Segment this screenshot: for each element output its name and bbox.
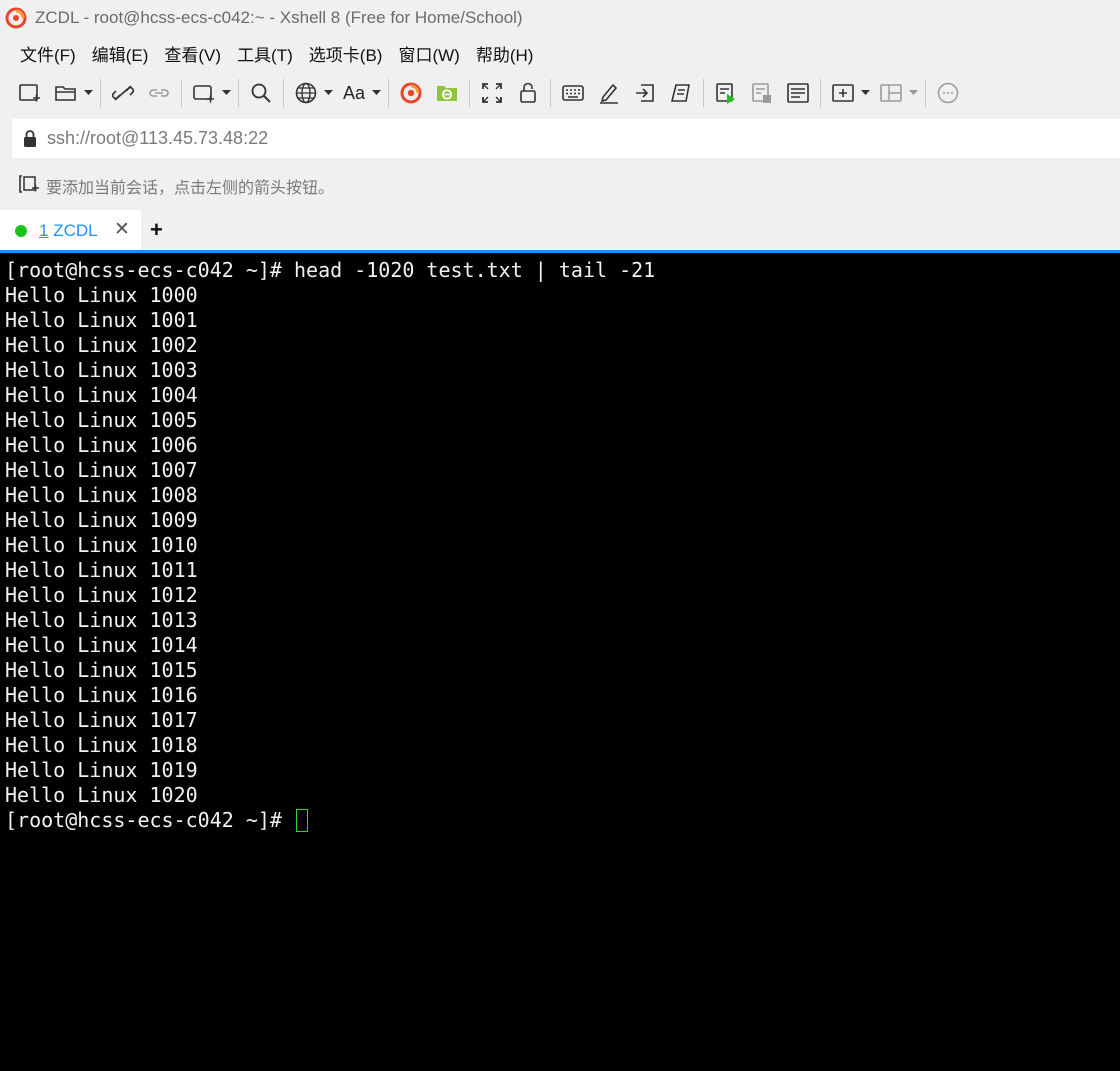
terminal-line: Hello Linux 1007 bbox=[5, 458, 198, 482]
lock-icon[interactable] bbox=[512, 77, 544, 109]
font-dropdown-caret-icon[interactable] bbox=[370, 77, 382, 109]
session-hint-bar: 要添加当前会话，点击左侧的箭头按钮。 bbox=[0, 170, 1120, 202]
toolbar-separator bbox=[925, 79, 926, 107]
xshell-app-icon[interactable] bbox=[4, 6, 28, 30]
menu-file[interactable]: 文件(F) bbox=[12, 37, 84, 70]
toolbar-separator bbox=[388, 79, 389, 107]
terminal-line: Hello Linux 1011 bbox=[5, 558, 198, 582]
title-bar: ZCDL - root@hcss-ecs-c042:~ - Xshell 8 (… bbox=[0, 0, 1120, 36]
menu-tab[interactable]: 选项卡(B) bbox=[301, 37, 391, 70]
terminal-line: Hello Linux 1018 bbox=[5, 733, 198, 757]
terminal-line: Hello Linux 1009 bbox=[5, 508, 198, 532]
address-input[interactable] bbox=[47, 128, 947, 149]
log-icon[interactable] bbox=[746, 77, 778, 109]
tab-session-1[interactable]: 1 ZCDL ✕ bbox=[0, 210, 141, 251]
terminal-line: Hello Linux 1008 bbox=[5, 483, 198, 507]
reconnect-icon[interactable] bbox=[143, 77, 175, 109]
toolbar-separator bbox=[181, 79, 182, 107]
menu-bar: 文件(F) 编辑(E) 查看(V) 工具(T) 选项卡(B) 窗口(W) 帮助(… bbox=[0, 36, 1120, 70]
notes-icon[interactable] bbox=[782, 77, 814, 109]
new-tab-dropdown-caret-icon[interactable] bbox=[859, 77, 871, 109]
terminal-line: Hello Linux 1000 bbox=[5, 283, 198, 307]
new-window-icon[interactable] bbox=[188, 77, 220, 109]
toolbar-separator bbox=[100, 79, 101, 107]
terminal-line: Hello Linux 1016 bbox=[5, 683, 198, 707]
new-tab-icon[interactable] bbox=[827, 77, 859, 109]
terminal-line: Hello Linux 1005 bbox=[5, 408, 198, 432]
disconnect-icon[interactable] bbox=[107, 77, 139, 109]
font-label: Aa bbox=[342, 82, 366, 103]
tab-label: 1 ZCDL bbox=[39, 221, 98, 241]
terminal-line: Hello Linux 1004 bbox=[5, 383, 198, 407]
address-bar bbox=[12, 119, 1120, 158]
window-title: ZCDL - root@hcss-ecs-c042:~ - Xshell 8 (… bbox=[35, 8, 523, 27]
font-icon[interactable]: Aa bbox=[338, 77, 370, 109]
window-dropdown-caret-icon[interactable] bbox=[220, 77, 232, 109]
toolbar-separator bbox=[820, 79, 821, 107]
terminal-line: Hello Linux 1017 bbox=[5, 708, 198, 732]
tab-bar: 1 ZCDL ✕ + bbox=[0, 210, 1120, 251]
menu-edit[interactable]: 编辑(E) bbox=[84, 37, 157, 70]
terminal-line: Hello Linux 1012 bbox=[5, 583, 198, 607]
terminal-line: Hello Linux 1003 bbox=[5, 358, 198, 382]
address-lock-icon bbox=[20, 127, 40, 151]
highlight-icon[interactable] bbox=[593, 77, 625, 109]
terminal-prompt-line: [root@hcss-ecs-c042 ~]# bbox=[5, 808, 308, 833]
layout-icon[interactable] bbox=[875, 77, 907, 109]
chat-icon[interactable] bbox=[932, 77, 964, 109]
toolbar-separator bbox=[238, 79, 239, 107]
menu-help[interactable]: 帮助(H) bbox=[468, 37, 542, 70]
xftp-icon[interactable] bbox=[431, 77, 463, 109]
terminal-cursor bbox=[295, 809, 308, 832]
terminal-line: Hello Linux 1014 bbox=[5, 633, 198, 657]
open-dropdown-caret-icon[interactable] bbox=[82, 77, 94, 109]
terminal[interactable]: [root@hcss-ecs-c042 ~]# head -1020 test.… bbox=[0, 253, 1120, 1071]
menu-window[interactable]: 窗口(W) bbox=[390, 37, 467, 70]
terminal-line: Hello Linux 1006 bbox=[5, 433, 198, 457]
menu-view[interactable]: 查看(V) bbox=[156, 37, 229, 70]
toolbar-separator bbox=[703, 79, 704, 107]
menu-tools[interactable]: 工具(T) bbox=[229, 37, 301, 70]
run-script-icon[interactable] bbox=[710, 77, 742, 109]
globe-dropdown-caret-icon[interactable] bbox=[322, 77, 334, 109]
script-icon[interactable] bbox=[665, 77, 697, 109]
terminal-line: Hello Linux 1020 bbox=[5, 783, 198, 807]
toolbar-separator bbox=[283, 79, 284, 107]
layout-dropdown-caret-icon[interactable] bbox=[907, 77, 919, 109]
terminal-prompt: [root@hcss-ecs-c042 ~]# bbox=[5, 808, 294, 832]
terminal-line: Hello Linux 1002 bbox=[5, 333, 198, 357]
terminal-line: Hello Linux 1001 bbox=[5, 308, 198, 332]
terminal-line: Hello Linux 1015 bbox=[5, 658, 198, 682]
new-session-icon[interactable] bbox=[14, 77, 46, 109]
toolbar: Aa bbox=[0, 72, 1120, 114]
xshell-icon[interactable] bbox=[395, 77, 427, 109]
globe-icon[interactable] bbox=[290, 77, 322, 109]
add-tab-button[interactable]: + bbox=[150, 218, 163, 242]
toolbar-separator bbox=[469, 79, 470, 107]
fullscreen-icon[interactable] bbox=[476, 77, 508, 109]
find-icon[interactable] bbox=[245, 77, 277, 109]
keyboard-icon[interactable] bbox=[557, 77, 589, 109]
send-icon[interactable] bbox=[629, 77, 661, 109]
open-folder-icon[interactable] bbox=[50, 77, 82, 109]
terminal-line: Hello Linux 1010 bbox=[5, 533, 198, 557]
close-icon[interactable]: ✕ bbox=[114, 219, 130, 241]
terminal-line: Hello Linux 1013 bbox=[5, 608, 198, 632]
connection-status-icon bbox=[15, 224, 27, 237]
terminal-line: Hello Linux 1019 bbox=[5, 758, 198, 782]
add-session-arrow-icon[interactable] bbox=[18, 174, 40, 199]
toolbar-separator bbox=[550, 79, 551, 107]
tab-number: 1 bbox=[39, 220, 49, 240]
tab-name: ZCDL bbox=[53, 220, 98, 240]
terminal-line: [root@hcss-ecs-c042 ~]# head -1020 test.… bbox=[5, 258, 656, 282]
session-hint-text: 要添加当前会话，点击左侧的箭头按钮。 bbox=[46, 180, 335, 197]
